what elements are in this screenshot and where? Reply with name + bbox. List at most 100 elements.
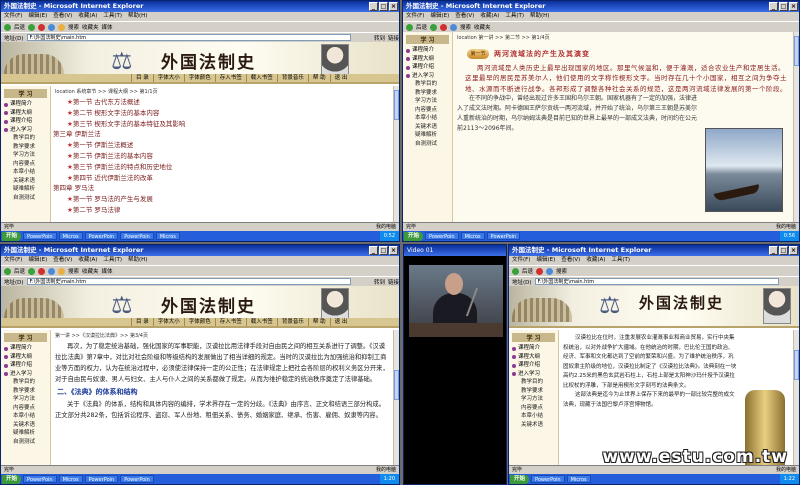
menu-help[interactable]: 帮助(H) <box>530 12 549 21</box>
search-button[interactable]: 搜索 <box>68 23 79 31</box>
taskbar-item[interactable]: PowerPoin <box>84 475 119 483</box>
menu-tools[interactable]: 工具(T) <box>505 12 524 21</box>
toc-chapter[interactable]: 第四章 罗马法 <box>53 183 393 194</box>
taskbar-item[interactable]: Micros <box>155 232 180 240</box>
toc-link[interactable]: ★第二节 伊斯兰法的基本内容 <box>53 151 393 162</box>
nav-font-color[interactable]: 字体颜色 <box>183 318 215 326</box>
media-button[interactable]: 媒体 <box>102 23 113 31</box>
menu-help[interactable]: 帮助(H) <box>128 256 147 265</box>
scrollbar-thumb[interactable] <box>794 36 799 66</box>
nav-exit[interactable]: 退 出 <box>329 318 352 326</box>
sidebar-item-study[interactable]: 进入学习 <box>1 370 50 379</box>
minimize-button[interactable]: _ <box>769 2 778 11</box>
sidebar-sub-points[interactable]: 内容要点 <box>403 106 452 115</box>
window-title-bar[interactable]: 外国法制史 - Microsoft Internet Explorer _ □ × <box>403 1 799 12</box>
home-icon[interactable] <box>58 267 66 275</box>
menu-file[interactable]: 文件(F) <box>406 12 424 21</box>
back-icon[interactable] <box>512 267 519 275</box>
sidebar-item-study[interactable]: 进入学习 <box>1 126 50 135</box>
sidebar-sub-terms[interactable]: 关键术语 <box>1 177 50 186</box>
back-button[interactable]: 后退 <box>522 267 533 275</box>
sidebar-sub-test[interactable]: 自测测试 <box>1 194 50 203</box>
sidebar-sub-terms[interactable]: 关键术语 <box>509 421 558 430</box>
toc-chapter[interactable]: 第三章 伊斯兰法 <box>53 129 393 140</box>
go-button[interactable]: 转到 <box>374 278 385 286</box>
sidebar-sub-method[interactable]: 学习方法 <box>509 395 558 404</box>
sidebar-sub-terms[interactable]: 关键术语 <box>1 421 50 430</box>
maximize-button[interactable]: □ <box>779 2 788 11</box>
menu-edit[interactable]: 编辑(E) <box>536 256 555 265</box>
close-button[interactable]: × <box>789 2 798 11</box>
start-button[interactable]: 开始 <box>404 231 424 241</box>
menu-view[interactable]: 查看(V) <box>455 12 474 21</box>
favorites-button[interactable]: 收藏夹 <box>82 267 99 275</box>
taskbar-item[interactable]: PowerPoin <box>120 475 154 483</box>
taskbar-item[interactable]: Micros <box>58 232 83 240</box>
favorites-button[interactable]: 收藏夹 <box>82 23 99 31</box>
back-icon[interactable] <box>406 23 413 31</box>
menu-view[interactable]: 查看(V) <box>53 12 72 21</box>
sidebar-sub-requirements[interactable]: 教学要求 <box>1 387 50 396</box>
toc-link[interactable]: ★第二节 罗马法律 <box>53 205 393 216</box>
sidebar-item-outline[interactable]: 课程大纲 <box>1 109 50 118</box>
nav-load-bookmark[interactable]: 载入书签 <box>245 74 277 82</box>
close-button[interactable]: × <box>389 2 398 11</box>
menu-view[interactable]: 查看(V) <box>561 256 580 265</box>
menu-tools[interactable]: 工具(T) <box>103 256 122 265</box>
links-button[interactable]: 链接 <box>388 34 399 42</box>
scrollbar-thumb[interactable] <box>394 90 399 120</box>
menu-favorites[interactable]: 收藏(A) <box>586 256 605 265</box>
taskbar-item[interactable]: PowerPoin <box>531 475 565 483</box>
minimize-button[interactable]: _ <box>769 246 778 255</box>
sidebar-item-outline[interactable]: 课程大纲 <box>1 353 50 362</box>
sidebar-item-study[interactable]: 进入学习 <box>403 72 452 81</box>
menu-help[interactable]: 帮助(H) <box>128 12 147 21</box>
menu-favorites[interactable]: 收藏(A) <box>78 12 97 21</box>
nav-load-bookmark[interactable]: 载入书签 <box>245 318 277 326</box>
sidebar-item-course[interactable]: 课程介绍 <box>509 361 558 370</box>
search-button[interactable]: 搜索 <box>556 267 567 275</box>
window-title-bar[interactable]: 外国法制史 - Microsoft Internet Explorer _ □ × <box>1 1 399 12</box>
nav-exit[interactable]: 退 出 <box>329 74 352 82</box>
sidebar-sub-method[interactable]: 学习方法 <box>1 151 50 160</box>
taskbar-item[interactable]: PowerPoin <box>120 232 154 240</box>
refresh-icon[interactable] <box>48 267 56 275</box>
back-button[interactable]: 后退 <box>14 23 25 31</box>
menu-edit[interactable]: 编辑(E) <box>28 12 47 21</box>
sidebar-sub-analysis[interactable]: 疑难解析 <box>1 185 50 194</box>
nav-font-size[interactable]: 字体大小 <box>152 74 184 82</box>
media-button[interactable]: 媒体 <box>102 267 113 275</box>
back-button[interactable]: 后退 <box>14 267 25 275</box>
forward-icon[interactable] <box>430 23 438 31</box>
forward-icon[interactable] <box>28 267 36 275</box>
sidebar-sub-analysis[interactable]: 疑难解析 <box>403 131 452 140</box>
go-button[interactable]: 转到 <box>374 34 385 42</box>
address-input[interactable]: F:\外国法制史\main.htm <box>26 278 351 285</box>
sidebar-sub-summary[interactable]: 本章小结 <box>1 168 50 177</box>
sidebar-item-course[interactable]: 课程介绍 <box>1 117 50 126</box>
refresh-icon[interactable] <box>450 23 458 31</box>
toc-link[interactable]: ★第一节 罗马法的产生与发展 <box>53 194 393 205</box>
favorites-button[interactable]: 收藏夹 <box>474 23 491 31</box>
nav-save-bookmark[interactable]: 存入书签 <box>214 318 246 326</box>
toc-link[interactable]: ★第四节 近代伊斯兰法的改革 <box>53 173 393 184</box>
sidebar-sub-points[interactable]: 内容要点 <box>1 404 50 413</box>
sidebar-item-outline[interactable]: 课程大纲 <box>403 55 452 64</box>
vertical-scrollbar[interactable] <box>393 330 399 465</box>
taskbar-item[interactable]: Micros <box>566 475 591 483</box>
sidebar-sub-requirements[interactable]: 教学要求 <box>1 143 50 152</box>
address-input[interactable]: F:\外国法制史\main.htm <box>534 278 779 285</box>
stop-icon[interactable] <box>38 23 46 31</box>
sidebar-sub-purpose[interactable]: 教学目的 <box>1 134 50 143</box>
minimize-button[interactable]: _ <box>369 246 378 255</box>
vertical-scrollbar[interactable] <box>793 330 799 465</box>
nav-save-bookmark[interactable]: 存入书签 <box>214 74 246 82</box>
lecturer-video[interactable] <box>409 265 503 337</box>
nav-font-color[interactable]: 字体颜色 <box>183 74 215 82</box>
menu-file[interactable]: 文件(F) <box>4 256 22 265</box>
refresh-icon[interactable] <box>48 23 56 31</box>
forward-icon[interactable] <box>28 23 36 31</box>
toc-link[interactable]: ★第一节 古代东方法概述 <box>53 97 393 108</box>
menu-favorites[interactable]: 收藏(A) <box>480 12 499 21</box>
sidebar-item-outline[interactable]: 课程大纲 <box>509 353 558 362</box>
